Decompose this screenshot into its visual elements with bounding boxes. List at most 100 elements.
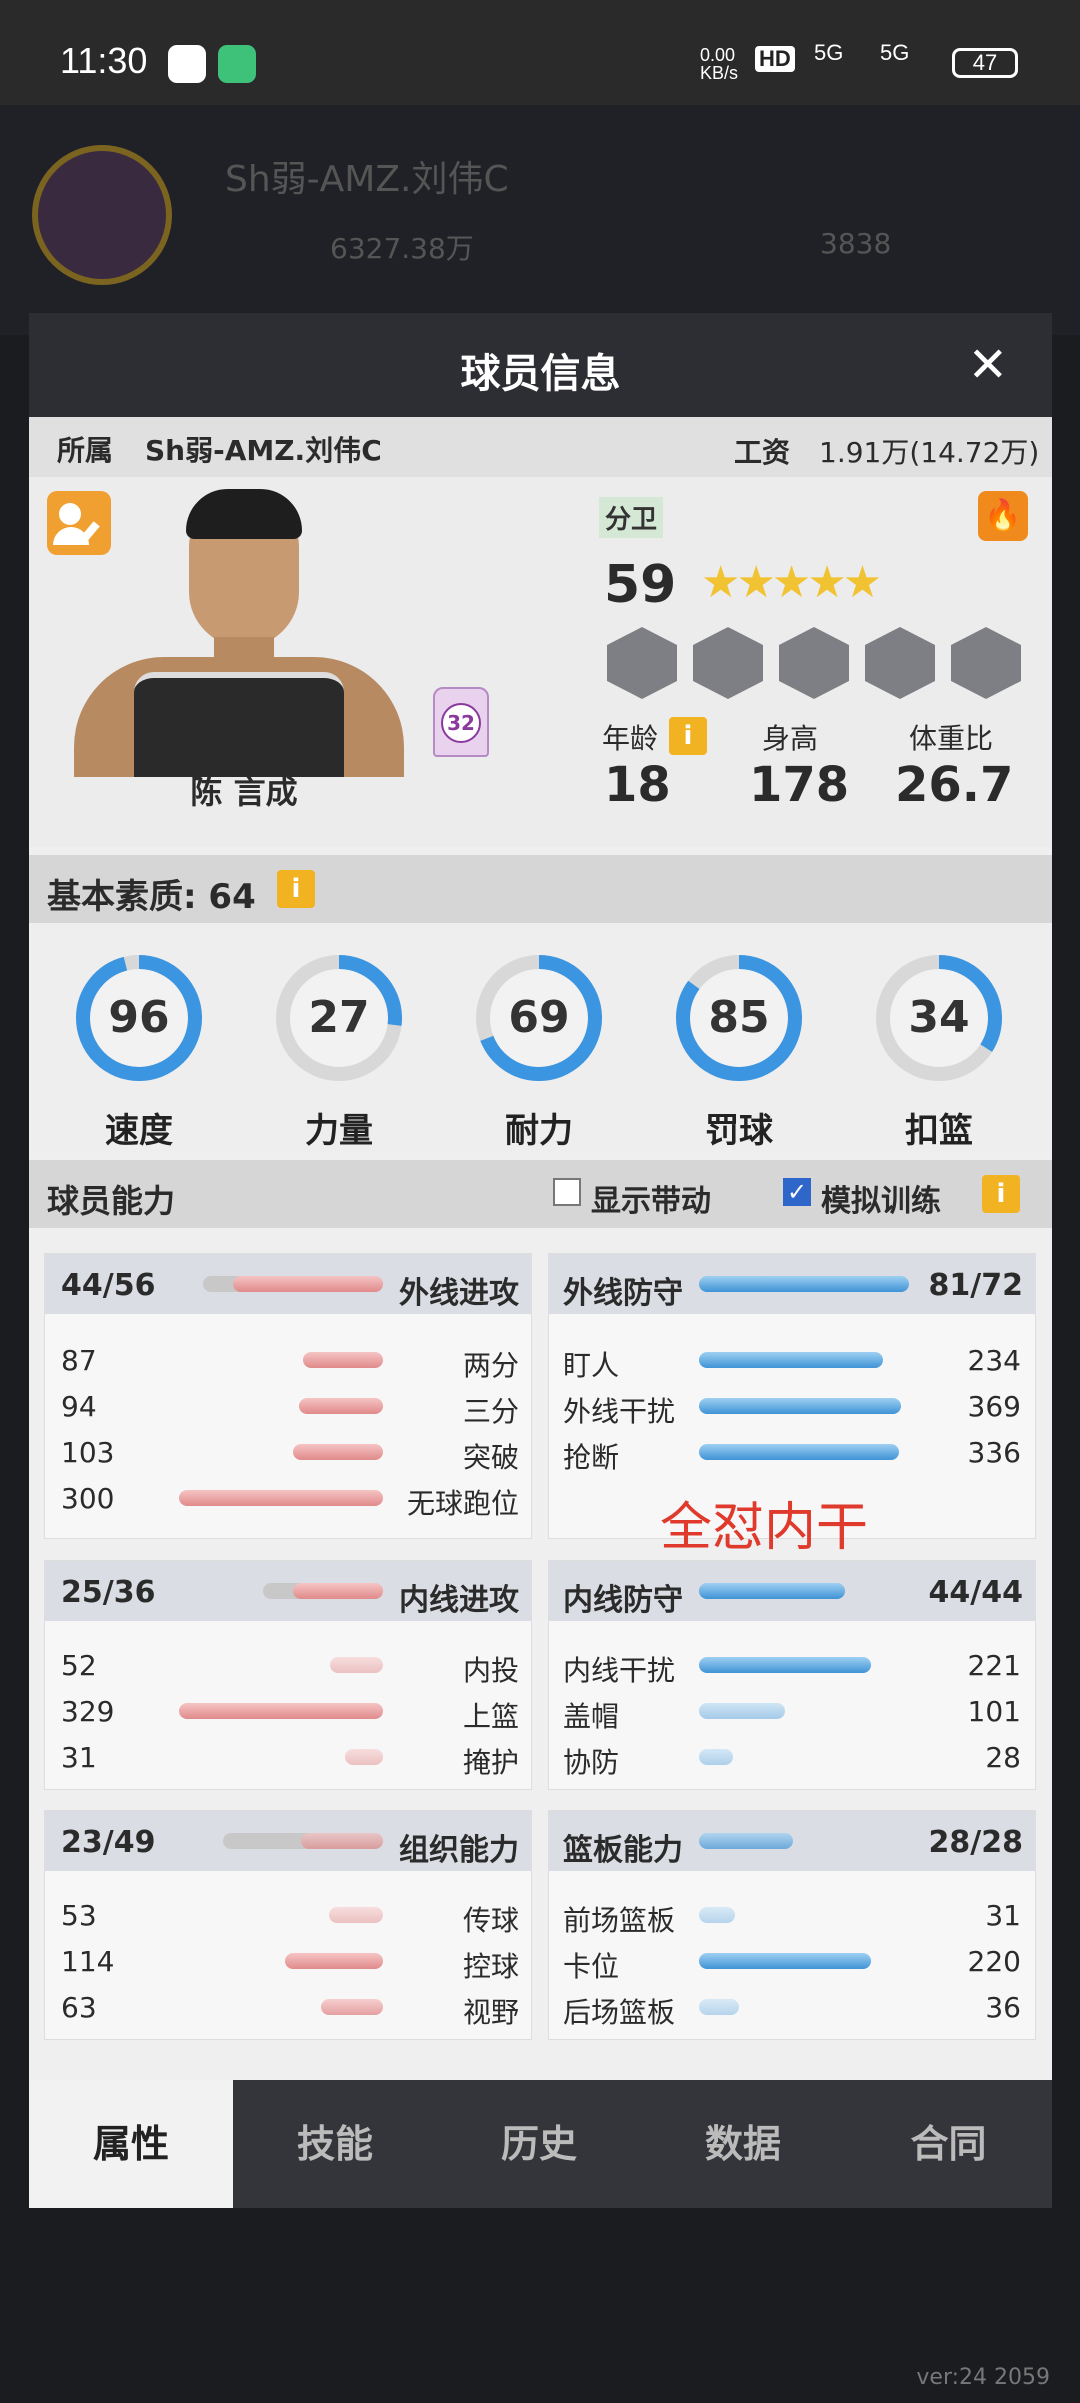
stat-bar xyxy=(321,1999,383,2015)
sim-train-checkbox[interactable]: ✓ xyxy=(783,1178,811,1206)
gauge-label: 罚球 xyxy=(705,1111,773,1151)
stat-label: 协防 xyxy=(563,1746,620,1779)
height-label: 身高 xyxy=(762,722,819,755)
stat-bar xyxy=(285,1953,383,1969)
skill-slot-5[interactable] xyxy=(951,627,1021,699)
tab-history[interactable]: 历史 xyxy=(437,2080,641,2208)
stat-label: 无球跑位 xyxy=(406,1487,519,1520)
affiliation-label: 所属 xyxy=(57,434,114,467)
card-score: 44/44 xyxy=(928,1575,1023,1610)
salary-label: 工资 xyxy=(734,436,791,469)
ability-info-icon[interactable]: i xyxy=(982,1175,1020,1213)
tab-data[interactable]: 数据 xyxy=(641,2080,845,2208)
basic-quality-label: 基本素质: 64 xyxy=(47,877,256,917)
fire-icon[interactable]: 🔥 xyxy=(978,491,1028,541)
gauge-value: 96 xyxy=(108,992,170,1043)
affiliation-value: Sh弱-AMZ.刘伟C xyxy=(145,434,382,467)
position-badge: 分卫 xyxy=(599,497,664,538)
card-score: 44/56 xyxy=(61,1268,156,1303)
weight-ratio-value: 26.7 xyxy=(895,757,1014,813)
tab-attributes[interactable]: 属性 xyxy=(29,2080,233,2208)
stat-value: 300 xyxy=(61,1482,115,1515)
player-avatar xyxy=(74,487,404,777)
jersey-number: 32 xyxy=(441,703,481,743)
card-bar xyxy=(203,1276,383,1292)
card-header: 44/56 外线进攻 xyxy=(45,1254,531,1314)
stat-value: 31 xyxy=(61,1741,97,1774)
skill-slot-1[interactable] xyxy=(607,627,677,699)
stat-value: 94 xyxy=(61,1390,97,1423)
stat-bar xyxy=(699,1999,739,2015)
jersey-icon: 32 xyxy=(433,687,489,757)
player-name: 陈 言成 xyxy=(190,773,298,811)
card-playmaking[interactable]: 23/49 组织能力 53 传球 114 控球 63 视野 xyxy=(44,1810,532,2040)
gauge-value: 69 xyxy=(508,992,570,1043)
stat-bar xyxy=(699,1657,871,1673)
card-inside-attack[interactable]: 25/36 内线进攻 52 内投 329 上篮 31 掩护 xyxy=(44,1560,532,1790)
gauge-dunk: 34 扣篮 xyxy=(874,953,1004,1151)
stat-label: 抢断 xyxy=(563,1441,620,1474)
stat-bar xyxy=(699,1398,901,1414)
stat-row: 协防 28 xyxy=(549,1741,1035,1787)
card-bar xyxy=(699,1833,793,1849)
stat-label: 内投 xyxy=(462,1654,519,1687)
stat-row: 内线干扰 221 xyxy=(549,1649,1035,1695)
stat-label: 卡位 xyxy=(563,1950,620,1983)
stat-bar xyxy=(303,1352,383,1368)
stat-label: 盯人 xyxy=(563,1349,620,1382)
stat-row: 外线干扰 369 xyxy=(549,1390,1035,1436)
stat-row: 卡位 220 xyxy=(549,1945,1035,1991)
stat-value: 63 xyxy=(61,1991,97,2024)
stat-value: 53 xyxy=(61,1899,97,1932)
background-header: Sh弱-AMZ.刘伟C 6327.38万 3838 xyxy=(0,105,1080,335)
signal-5g-1: 5G xyxy=(814,40,844,65)
stat-row: 31 掩护 xyxy=(45,1741,531,1787)
stat-value: 87 xyxy=(61,1344,97,1377)
gauge-label: 速度 xyxy=(105,1111,173,1151)
close-icon[interactable]: ✕ xyxy=(968,337,1008,393)
stat-row: 94 三分 xyxy=(45,1390,531,1436)
stat-value: 52 xyxy=(61,1649,97,1682)
stat-row: 前场篮板 31 xyxy=(549,1899,1035,1945)
skill-slot-2[interactable] xyxy=(693,627,763,699)
gauge-label: 扣篮 xyxy=(905,1111,973,1151)
card-inside-defense[interactable]: 内线防守 44/44 内线干扰 221 盖帽 101 协防 28 xyxy=(548,1560,1036,1790)
sim-train-label[interactable]: 模拟训练 xyxy=(821,1176,941,1220)
stat-label: 盖帽 xyxy=(563,1700,620,1733)
stat-row: 87 两分 xyxy=(45,1344,531,1390)
age-info-icon[interactable]: i xyxy=(669,717,707,755)
skill-slot-4[interactable] xyxy=(865,627,935,699)
card-header: 25/36 内线进攻 xyxy=(45,1561,531,1621)
gauge-label: 力量 xyxy=(305,1111,373,1151)
stat-bar xyxy=(179,1703,383,1719)
show-band-checkbox[interactable] xyxy=(553,1178,581,1206)
stat-row: 后场篮板 36 xyxy=(549,1991,1035,2037)
card-bar xyxy=(223,1833,383,1849)
player-profile: 32 陈 言成 分卫 🔥 59 ★★★★★ 年龄 i 18 身高 178 体重比… xyxy=(29,477,1052,847)
annotation-text: 全怼内干 xyxy=(660,1498,869,1558)
bg-currency-2: 3838 xyxy=(820,227,892,260)
show-band-label[interactable]: 显示带动 xyxy=(591,1176,711,1220)
team-logo xyxy=(32,145,172,285)
stat-bar xyxy=(699,1352,883,1368)
net-speed: 0.00 KB/s xyxy=(700,45,739,83)
stat-row: 300 无球跑位 xyxy=(45,1482,531,1528)
gauge-stamina: 69 耐力 xyxy=(474,953,604,1151)
stat-label: 视野 xyxy=(462,1996,519,2029)
card-header: 篮板能力 28/28 xyxy=(549,1811,1035,1871)
tab-skills[interactable]: 技能 xyxy=(233,2080,437,2208)
stat-row: 盯人 234 xyxy=(549,1344,1035,1390)
stat-label: 掩护 xyxy=(462,1746,519,1779)
stat-label: 控球 xyxy=(462,1950,519,1983)
skill-slot-3[interactable] xyxy=(779,627,849,699)
basic-info-icon[interactable]: i xyxy=(277,870,315,908)
stat-value: 336 xyxy=(967,1436,1021,1469)
age-label: 年龄 xyxy=(602,722,659,755)
card-outside-attack[interactable]: 44/56 外线进攻 87 两分 94 三分 103 突破 300 无球跑位 xyxy=(44,1253,532,1539)
card-score: 23/49 xyxy=(61,1825,156,1860)
tab-contract[interactable]: 合同 xyxy=(845,2080,1052,2208)
stat-label: 外线干扰 xyxy=(563,1395,676,1428)
stat-label: 内线干扰 xyxy=(563,1654,676,1687)
card-rebound[interactable]: 篮板能力 28/28 前场篮板 31 卡位 220 后场篮板 36 xyxy=(548,1810,1036,2040)
card-bar xyxy=(699,1276,909,1292)
